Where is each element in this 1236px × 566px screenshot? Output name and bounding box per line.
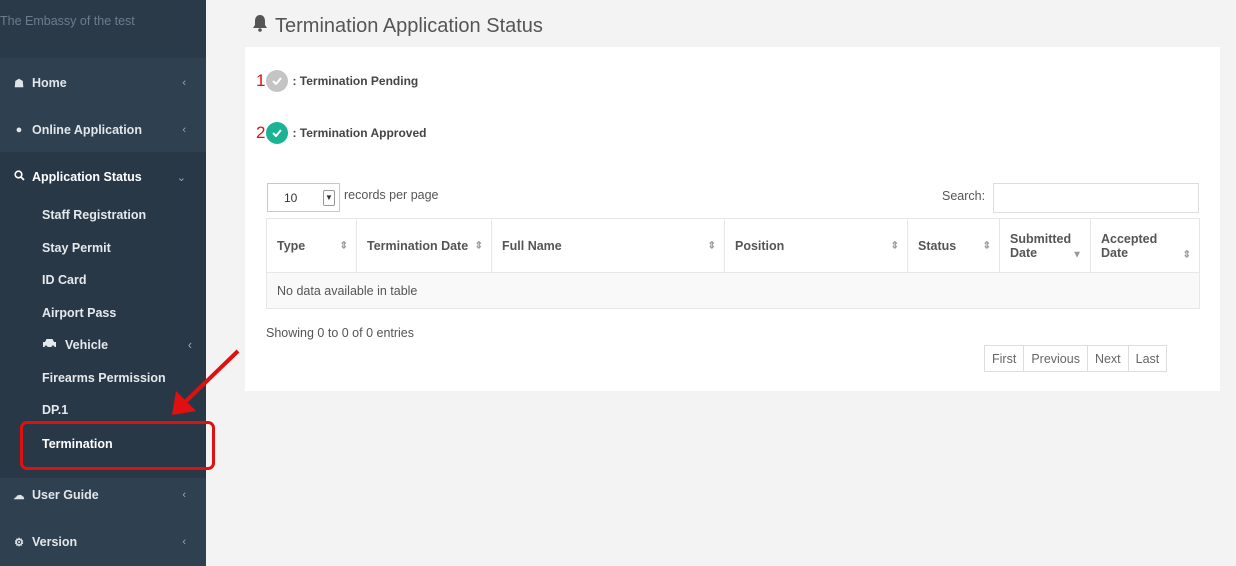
- sub-item-label: Vehicle: [65, 338, 109, 352]
- legend-approved: 2 : Termination Approved: [256, 122, 426, 144]
- column-header-submitted-date[interactable]: Submitted Date ▼: [999, 218, 1091, 273]
- empty-message: No data available in table: [266, 272, 1200, 309]
- column-header-label: Full Name: [502, 238, 562, 253]
- sidebar: The Embassy of the test ☗ Home ‹ ● Onlin…: [0, 0, 206, 566]
- pager-last-button[interactable]: Last: [1127, 345, 1168, 372]
- user-icon: ●: [15, 124, 23, 136]
- sidebar-item-label: Home: [32, 76, 67, 90]
- pagination: First Previous Next Last: [984, 345, 1168, 372]
- column-header-termination-date[interactable]: Termination Date ⇕: [356, 218, 492, 273]
- column-header-type[interactable]: Type ⇕: [266, 218, 357, 273]
- column-header-label: Accepted Date: [1101, 231, 1158, 260]
- brand-header: The Embassy of the test: [0, 0, 206, 58]
- chevron-left-icon: ‹: [182, 77, 186, 89]
- sort-icon: ⇕: [707, 240, 716, 251]
- chevron-left-icon: ‹: [182, 536, 186, 548]
- column-header-label: Submitted Date: [1010, 231, 1072, 260]
- sort-icon: ⇕: [1182, 249, 1191, 261]
- sub-item-stay-permit[interactable]: Stay Permit: [42, 241, 111, 255]
- cloud-icon: ☁: [13, 489, 25, 502]
- sort-icon: ⇕: [339, 240, 348, 251]
- search-icon: [12, 170, 26, 184]
- chevron-left-icon: ‹: [182, 124, 186, 136]
- check-circle-icon: [266, 122, 289, 144]
- annotation-arrow: [172, 349, 240, 415]
- chevron-down-icon: ▼: [323, 189, 335, 206]
- records-per-page-label: records per page: [344, 188, 439, 202]
- column-header-label: Status: [918, 238, 957, 253]
- table-row: No data available in table: [266, 272, 1200, 309]
- termination-table: Type ⇕ Termination Date ⇕ Full Name ⇕ Posit…: [266, 218, 1200, 309]
- annotation-number: 1: [256, 71, 266, 90]
- legend-label: : Termination Pending: [292, 74, 419, 88]
- sort-icon: ⇕: [474, 240, 483, 251]
- sidebar-item-label: Version: [32, 535, 78, 549]
- car-icon: [42, 338, 57, 352]
- sidebar-item-label: Application Status: [32, 170, 142, 184]
- column-header-label: Position: [735, 238, 785, 253]
- sidebar-item-application-status[interactable]: Application Status ⌄: [0, 167, 206, 187]
- sort-icon: ⇕: [982, 240, 991, 251]
- search-label: Search:: [942, 189, 986, 203]
- page-title-text: Termination Application Status: [275, 14, 543, 37]
- column-header-label: Type: [277, 238, 306, 253]
- sub-item-airport-pass[interactable]: Airport Pass: [42, 306, 116, 320]
- sub-item-staff-registration[interactable]: Staff Registration: [42, 208, 146, 222]
- annotation-highlight-box: [20, 421, 215, 470]
- sidebar-item-home[interactable]: ☗ Home ‹: [0, 73, 206, 93]
- sidebar-item-label: Online Application: [32, 123, 142, 137]
- legend-pending: 1 : Termination Pending: [256, 70, 418, 92]
- pager-first-button[interactable]: First: [984, 345, 1025, 372]
- sidebar-item-online-application[interactable]: ● Online Application ‹: [0, 120, 206, 140]
- sidebar-item-user-guide[interactable]: ☁ User Guide ‹: [0, 485, 206, 505]
- sidebar-item-label: User Guide: [32, 488, 99, 502]
- column-header-full-name[interactable]: Full Name ⇕: [491, 218, 725, 273]
- sort-icon: ⇕: [890, 240, 899, 251]
- column-header-label: Termination Date: [367, 238, 469, 253]
- legend-label: : Termination Approved: [292, 126, 427, 140]
- records-per-page-value: 10: [284, 190, 298, 205]
- bell-icon: [251, 14, 269, 38]
- records-per-page-select[interactable]: 10 ▼: [267, 183, 340, 212]
- column-header-status[interactable]: Status ⇕: [907, 218, 1000, 273]
- column-header-accepted-date[interactable]: Accepted Date ⇕: [1090, 218, 1200, 273]
- search-input[interactable]: [993, 183, 1199, 213]
- sub-item-id-card[interactable]: ID Card: [42, 273, 86, 287]
- page-title: Termination Application Status: [251, 14, 543, 38]
- brand-name: The Embassy of the test: [0, 14, 135, 28]
- sidebar-item-version[interactable]: ⚙ Version ‹: [0, 532, 206, 552]
- column-header-position[interactable]: Position ⇕: [724, 218, 908, 273]
- gears-icon: ⚙: [14, 536, 24, 549]
- chevron-left-icon: ‹: [182, 489, 186, 501]
- pager-next-button[interactable]: Next: [1086, 345, 1129, 372]
- annotation-number: 2: [256, 123, 266, 142]
- sub-item-dp1[interactable]: DP.1: [42, 403, 68, 417]
- pager-previous-button[interactable]: Previous: [1023, 345, 1088, 372]
- sub-item-firearms-permission[interactable]: Firearms Permission: [42, 371, 166, 385]
- home-icon: ☗: [14, 77, 24, 90]
- check-circle-icon: [266, 70, 289, 92]
- chevron-down-icon: ⌄: [176, 171, 186, 184]
- sort-desc-icon: ▼: [1072, 249, 1082, 261]
- table-info: Showing 0 to 0 of 0 entries: [266, 326, 415, 340]
